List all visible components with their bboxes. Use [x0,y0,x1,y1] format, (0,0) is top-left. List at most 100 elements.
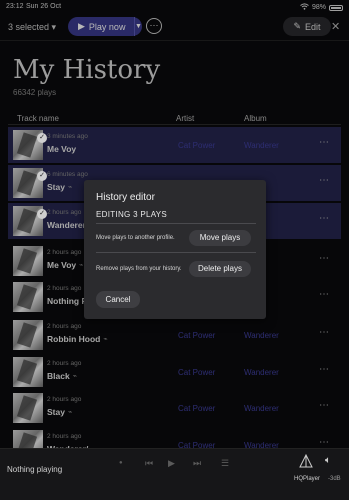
status-date: Sun 26 Oct [26,3,62,10]
play-now-button[interactable]: ▶ Play now [68,17,134,36]
track-title: Me Voy [47,260,77,270]
album-art [13,357,43,387]
play-icon: ▶ [78,21,85,31]
caret-down-icon: ▼ [135,23,142,30]
column-header-artist[interactable]: Artist [176,114,194,123]
track-name: Me Voy ⌁ [47,260,83,270]
track-name: Wanderer/ [47,220,88,230]
selection-count: 3 selected [8,22,50,32]
selection-toolbar: 3 selected ▾ ▶ Play now ▼ ⋯ ✎ Edit ✕ [0,14,349,40]
volume-icon[interactable]: 🔈︎ [325,455,331,466]
hq-badge-icon: ⌁ [67,184,73,191]
row-more-icon[interactable]: ⋯ [319,400,330,411]
row-more-icon[interactable]: ⋯ [319,364,330,375]
play-time: 6 minutes ago [47,171,88,178]
column-header-album[interactable]: Album [244,114,267,123]
page-title: My History [13,55,161,85]
next-icon[interactable]: ⏭ [193,458,201,469]
battery-percent: 98% [311,4,326,11]
dialog-divider [96,252,256,253]
table-row[interactable]: ✓ 3 minutes ago Me Voy Cat Power Wandere… [8,127,341,163]
edit-button[interactable]: ✎ Edit [283,17,331,36]
row-more-icon[interactable]: ⋯ [319,253,330,264]
chevron-down-icon: ▾ [51,22,57,32]
checkmark-icon[interactable]: ✓ [37,171,47,181]
queue-icon[interactable]: ☰ [221,458,229,469]
track-name: Stay ⌁ [47,407,72,417]
row-more-icon[interactable]: ⋯ [319,213,330,224]
hq-badge-icon: ⌁ [103,336,108,343]
album-art [13,393,43,423]
hq-badge-icon: ⌁ [67,409,73,416]
track-title: Stay [47,407,65,417]
track-name: Me Voy [47,144,76,154]
play-time: 2 hours ago [47,285,82,292]
artist-link[interactable]: Cat Power [178,404,215,413]
divider [0,40,349,41]
checkmark-icon[interactable]: ✓ [37,209,47,219]
play-time: 2 hours ago [47,209,82,216]
plays-count: 66342 plays [13,88,57,97]
row-more-icon[interactable]: ⋯ [319,327,330,338]
table-row[interactable]: 2 hours ago Black ⌁ Cat Power Wanderer ⋯ [8,354,341,390]
move-plays-button[interactable]: Move plays [189,230,251,246]
album-link[interactable]: Wanderer [244,368,279,377]
checkmark-icon[interactable]: ✓ [37,133,47,143]
play-time: 2 hours ago [47,360,82,367]
play-time: 2 hours ago [47,433,82,440]
album-art [13,282,43,312]
wifi-icon [300,3,309,12]
more-options-icon[interactable]: ⋯ [146,18,162,34]
edit-label: Edit [305,21,321,32]
artist-link[interactable]: Cat Power [178,331,215,340]
row-more-icon[interactable]: ⋯ [319,137,330,148]
previous-icon[interactable]: ⏮ [145,458,153,469]
table-row[interactable]: 2 hours ago Stay ⌁ Cat Power Wanderer ⋯ [8,390,341,426]
header-divider [8,124,341,125]
row-more-icon[interactable]: ⋯ [319,437,330,448]
column-header-track[interactable]: Track name [17,114,59,123]
hq-badge-icon: ⌁ [79,262,84,269]
dot-icon: ● [119,460,123,466]
album-art [13,320,43,350]
album-link[interactable]: Wanderer [244,141,279,150]
close-icon[interactable]: ✕ [331,20,340,33]
dialog-title: History editor [96,192,155,203]
album-art [13,246,43,276]
play-time: 2 hours ago [47,323,82,330]
now-playing-text: Nothing playing [7,465,63,474]
play-options-button[interactable]: ▼ [135,23,142,30]
table-row[interactable]: 2 hours ago Robbin Hood ⌁ Cat Power Wande… [8,317,341,353]
status-bar: 23:12 Sun 26 Oct 98% [0,0,349,12]
track-title: Wanderer/ [47,220,89,230]
track-name: Robbin Hood ⌁ [47,334,108,344]
history-editor-dialog: History editor EDITING 3 PLAYS Move play… [84,180,266,319]
track-title: Stay [47,182,65,192]
delete-description: Remove plays from your history. [96,266,182,272]
track-name: Stay ⌁ [47,182,72,192]
album-link[interactable]: Wanderer [244,331,279,340]
artist-link[interactable]: Cat Power [178,141,215,150]
play-time: 2 hours ago [47,396,82,403]
pencil-icon: ✎ [293,21,302,31]
play-time: 3 minutes ago [47,133,88,140]
play-icon[interactable]: ▶ [168,458,175,469]
cancel-button[interactable]: Cancel [96,291,140,308]
status-right: 98% [300,3,343,12]
play-now-button-group: ▶ Play now ▼ [68,17,142,36]
artist-link[interactable]: Cat Power [178,368,215,377]
delete-plays-button[interactable]: Delete plays [189,261,251,277]
row-more-icon[interactable]: ⋯ [319,289,330,300]
selection-dropdown[interactable]: 3 selected ▾ [8,22,56,33]
battery-icon [329,4,343,11]
track-title: Me Voy [47,144,77,154]
album-link[interactable]: Wanderer [244,404,279,413]
row-more-icon[interactable]: ⋯ [319,175,330,186]
output-device[interactable]: HQPlayer [294,453,320,482]
move-description: Move plays to another profile. [96,235,175,241]
play-time: 2 hours ago [47,249,82,256]
play-now-label: Play now [88,21,126,32]
dialog-divider [96,223,256,224]
track-title: Robbin Hood [47,334,101,344]
track-name: Black ⌁ [47,371,77,381]
